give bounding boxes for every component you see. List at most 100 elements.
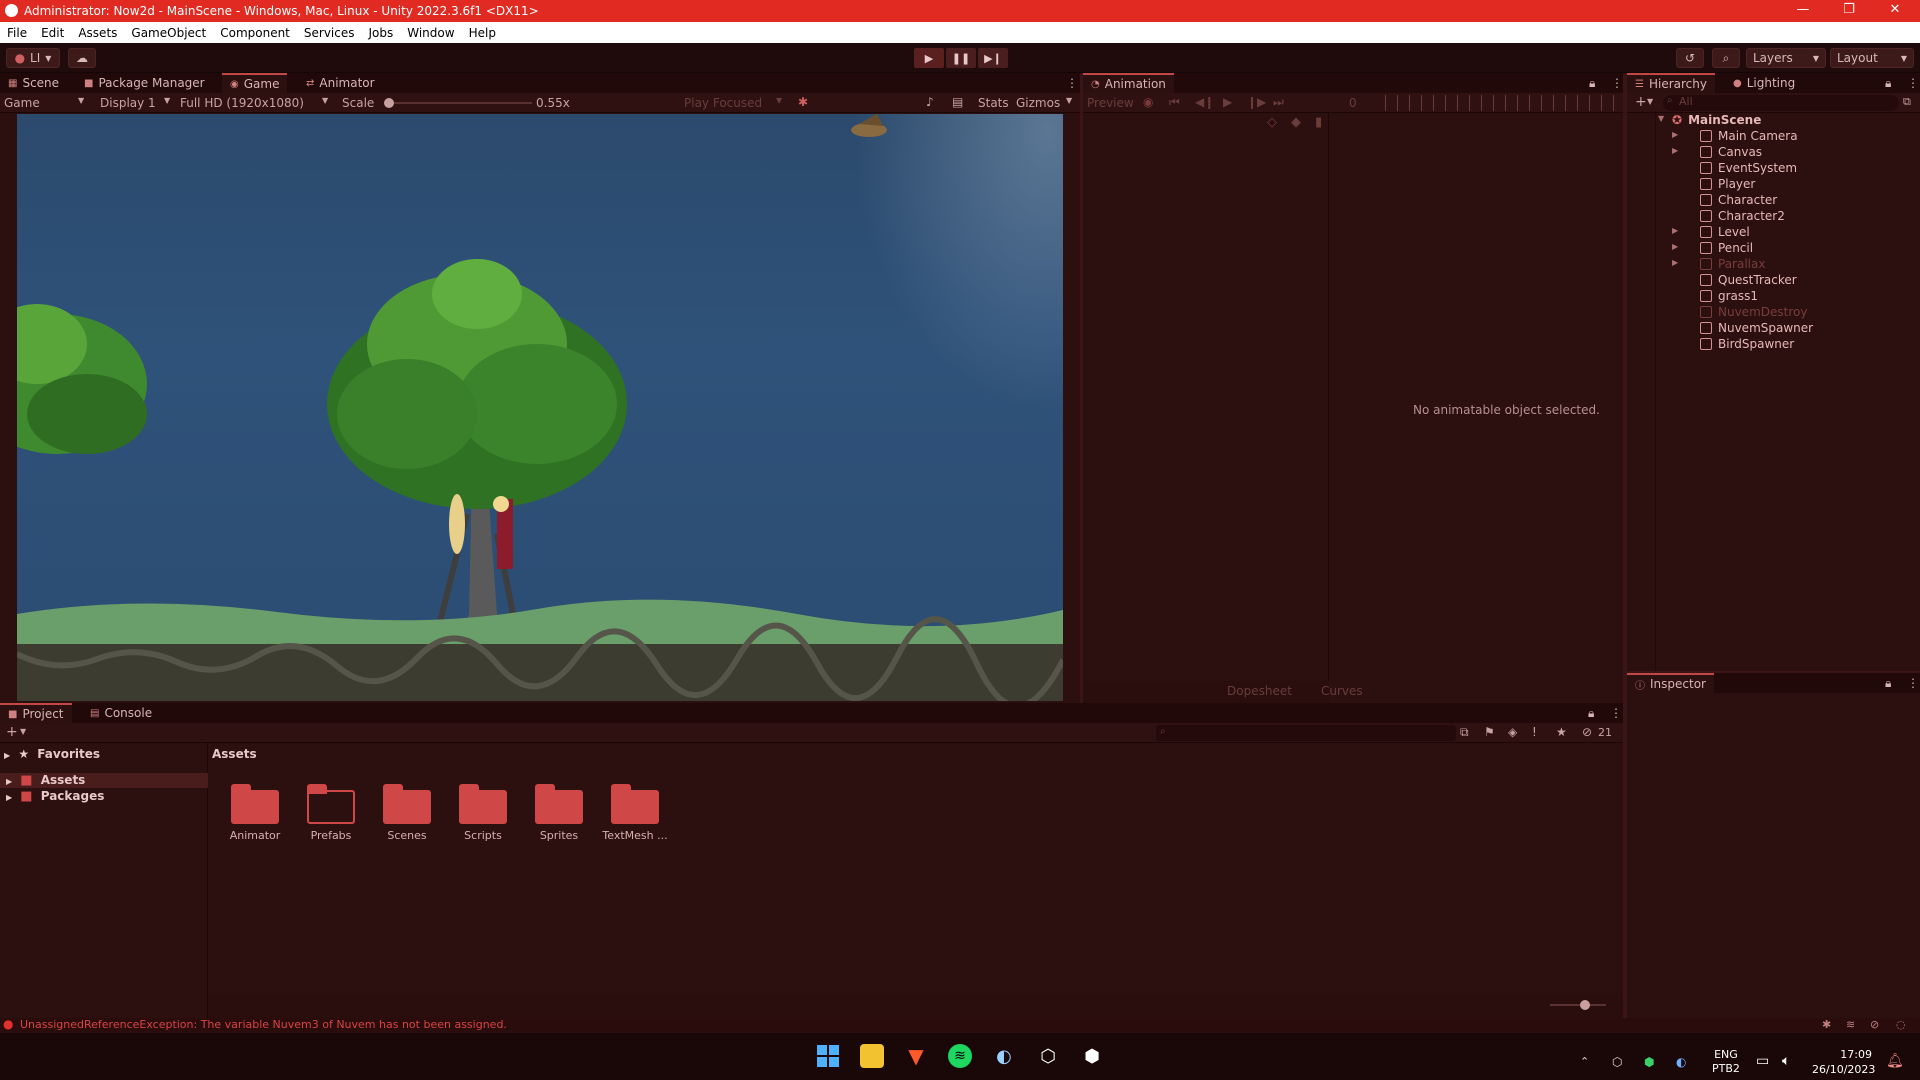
gizmos-button[interactable]: Gizmos [1016, 96, 1060, 110]
hierarchy-search-input[interactable]: All [1663, 95, 1899, 111]
display-dropdown[interactable]: Display 1 [100, 96, 156, 110]
search-by-type-icon[interactable]: ⧉ [1460, 725, 1469, 740]
panel-menu-button[interactable]: ⋮ [1899, 673, 1920, 693]
lock-button[interactable]: 🔒︎ [1877, 73, 1899, 93]
hierarchy-item[interactable]: NuvemDestroy [1700, 304, 1807, 320]
language-indicator[interactable]: ENG PTB2 [1712, 1048, 1740, 1076]
hierarchy-item[interactable]: EventSystem [1700, 160, 1797, 176]
game-viewport[interactable] [17, 114, 1063, 701]
project-folder[interactable]: Prefabs [296, 784, 366, 842]
hierarchy-item[interactable]: Parallax [1700, 256, 1765, 272]
lock-button[interactable]: 🔒︎ [1581, 73, 1603, 93]
file-explorer-icon[interactable] [860, 1044, 884, 1068]
shield-tray-icon[interactable]: ⬢ [1644, 1055, 1654, 1069]
lock-button[interactable]: 🔒︎ [1877, 673, 1899, 693]
game-view-dropdown[interactable]: Game [4, 96, 40, 110]
expand-arrow-icon[interactable]: ▶ [1672, 130, 1678, 139]
bug-icon[interactable]: ✱ [1822, 1018, 1831, 1031]
hierarchy-item[interactable]: Level [1700, 224, 1750, 240]
expand-arrow-icon[interactable]: ▶ [1672, 226, 1678, 235]
tab-project[interactable]: ■ Project [0, 703, 72, 723]
play-button[interactable]: ▶ [914, 48, 944, 68]
unity-editor-icon[interactable]: ⬢ [1080, 1044, 1104, 1068]
mute-audio-icon[interactable]: ♪ [926, 95, 934, 109]
favorite-star-icon[interactable]: ★ [1556, 725, 1567, 739]
resolution-dropdown[interactable]: Full HD (1920x1080) [180, 96, 304, 110]
menu-window[interactable]: Window [400, 26, 461, 40]
brave-browser-icon[interactable]: ▼ [904, 1044, 928, 1068]
menu-services[interactable]: Services [297, 26, 362, 40]
search-button[interactable]: ⌕ [1712, 48, 1740, 68]
search-by-label-icon[interactable]: ⚑ [1484, 725, 1495, 739]
favorites-item[interactable]: ▶ ★ Favorites [4, 747, 100, 761]
packages-item[interactable]: ▶ ■ Packages [0, 789, 208, 804]
close-button[interactable]: ✕ [1872, 0, 1918, 22]
add-event-icon[interactable]: ◆ [1291, 115, 1301, 130]
hierarchy-item[interactable]: Pencil [1700, 240, 1753, 256]
timeline-ruler[interactable] [1385, 95, 1621, 111]
spotify-icon[interactable]: ≋ [948, 1044, 972, 1068]
play-animation-icon[interactable]: ▶ [1223, 95, 1232, 109]
menu-component[interactable]: Component [213, 26, 297, 40]
scene-visibility-icon[interactable]: ⧉ [1903, 95, 1911, 109]
project-folder[interactable]: Scripts [448, 784, 518, 842]
tab-animation[interactable]: ◔ Animation [1083, 73, 1174, 93]
menu-help[interactable]: Help [462, 26, 503, 40]
prev-key-icon[interactable]: ◀❙ [1195, 95, 1214, 109]
scale-slider[interactable] [384, 98, 532, 108]
panel-menu-button[interactable]: ⋮ [1602, 703, 1630, 723]
project-folder[interactable]: Sprites [524, 784, 594, 842]
menu-file[interactable]: File [0, 26, 34, 40]
frame-field[interactable]: 0 [1349, 96, 1357, 110]
record-icon[interactable]: ◉ [1143, 95, 1153, 109]
menu-gameobject[interactable]: GameObject [124, 26, 213, 40]
status-error-message[interactable]: UnassignedReferenceException: The variab… [20, 1018, 507, 1031]
add-object-button[interactable]: + [1635, 94, 1647, 110]
hierarchy-item[interactable]: grass1 [1700, 288, 1758, 304]
hierarchy-item[interactable]: Character [1700, 192, 1777, 208]
play-focused-dropdown[interactable]: Play Focused [684, 96, 762, 110]
scene-root[interactable]: ✪ MainScene [1672, 112, 1761, 128]
hierarchy-item[interactable]: QuestTracker [1700, 272, 1797, 288]
notification-icon[interactable]: 🔔︎ [1886, 1053, 1904, 1069]
tag-icon[interactable]: ◈ [1508, 725, 1517, 739]
project-search-input[interactable]: ⌕ [1156, 725, 1456, 741]
expand-arrow-icon[interactable]: ▼ [1658, 114, 1664, 123]
account-dropdown[interactable]: ● LI ▼ [6, 48, 60, 68]
menu-edit[interactable]: Edit [34, 26, 71, 40]
icon-size-slider-thumb[interactable] [1580, 1000, 1590, 1010]
next-key-icon[interactable]: ❙▶ [1247, 95, 1266, 109]
layers-status-icon[interactable]: ≋ [1846, 1018, 1855, 1031]
frame-debug-icon[interactable]: ▤ [952, 95, 963, 109]
unity-hub-icon[interactable]: ⬡ [1036, 1044, 1060, 1068]
windows-start-icon[interactable] [816, 1044, 840, 1068]
volume-icon[interactable]: 🔈︎ [1782, 1053, 1790, 1069]
chevron-up-icon[interactable]: ⌃ [1580, 1055, 1589, 1068]
history-button[interactable]: ↺ [1676, 48, 1704, 68]
unity-tray-icon[interactable]: ⬡ [1612, 1055, 1622, 1069]
restore-button[interactable]: ❐ [1826, 0, 1872, 22]
debug-status-icon[interactable]: ⊘ [1870, 1018, 1879, 1031]
stats-button[interactable]: Stats [978, 96, 1009, 110]
project-folder[interactable]: TextMesh ... [600, 784, 670, 842]
clock[interactable]: 17:09 26/10/2023 [1812, 1047, 1875, 1077]
cloud-button[interactable]: ☁ [68, 48, 96, 68]
menu-jobs[interactable]: Jobs [362, 26, 401, 40]
tab-package-manager[interactable]: ■ Package Manager [76, 73, 213, 93]
tab-hierarchy[interactable]: ☰ Hierarchy [1627, 73, 1715, 93]
minimize-button[interactable]: — [1780, 0, 1826, 22]
tab-animator[interactable]: ⇄ Animator [298, 73, 383, 93]
hierarchy-item[interactable]: BirdSpawner [1700, 336, 1794, 352]
steam-icon[interactable]: ◐ [992, 1044, 1016, 1068]
status-circle-icon[interactable]: ◌ [1896, 1018, 1906, 1031]
project-folder[interactable]: Animator [220, 784, 290, 842]
expand-arrow-icon[interactable]: ▶ [1672, 242, 1678, 251]
curves-button[interactable]: Curves [1321, 684, 1363, 698]
breadcrumb[interactable]: Assets [212, 747, 257, 761]
pause-button[interactable]: ❚❚ [946, 48, 976, 68]
preview-button[interactable]: Preview [1087, 96, 1134, 110]
icon-size-slider[interactable] [1550, 1000, 1606, 1010]
hierarchy-item[interactable]: Canvas [1700, 144, 1762, 160]
steam-tray-icon[interactable]: ◐ [1676, 1055, 1686, 1069]
bug-icon[interactable]: ✱ [798, 95, 808, 109]
